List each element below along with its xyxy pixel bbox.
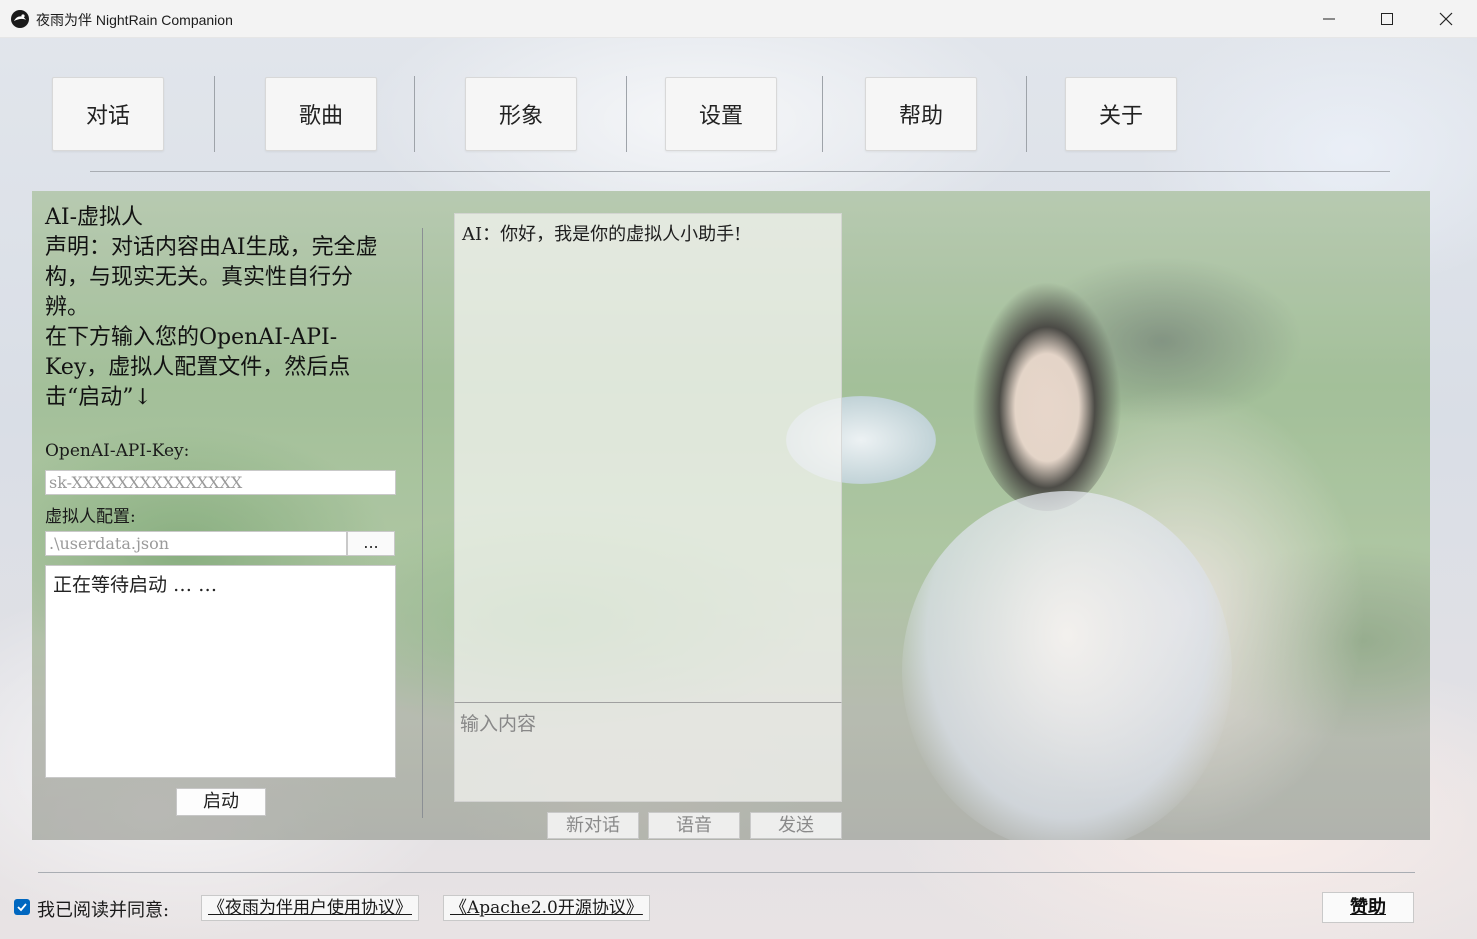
agree-label: 我已阅读并同意: [37, 900, 170, 921]
nav-settings-button[interactable]: 设置 [665, 77, 777, 151]
nav-separator [1026, 76, 1027, 152]
title-bar[interactable]: 夜雨为伴 NightRain Companion [0, 0, 1477, 38]
minimize-button[interactable] [1300, 0, 1358, 38]
nav-separator [414, 76, 415, 152]
footer-divider [38, 872, 1415, 873]
close-icon [1439, 12, 1453, 26]
ai-message: AI：你好，我是你的虚拟人小助手! [462, 224, 742, 245]
api-key-label: OpenAI-API-Key: [45, 441, 190, 461]
photo-figure-body [902, 491, 1232, 840]
nav-songs-button[interactable]: 歌曲 [265, 77, 377, 151]
user-agreement-link[interactable]: 《夜雨为伴用户使用协议》 [201, 895, 419, 921]
nav-separator [214, 76, 215, 152]
browse-config-button[interactable]: ... [347, 531, 395, 556]
panel-divider [422, 228, 423, 818]
api-key-input[interactable] [45, 470, 396, 495]
nav-divider [90, 171, 1390, 172]
config-path-input[interactable] [45, 531, 347, 556]
maximize-button[interactable] [1358, 0, 1416, 38]
disclaimer-text: 声明：对话内容由AI生成，完全虚构，与现实无关。真实性自行分辨。 [45, 235, 378, 320]
close-button[interactable] [1417, 0, 1475, 38]
nav-separator [626, 76, 627, 152]
chat-history[interactable]: AI：你好，我是你的虚拟人小助手! [454, 213, 842, 703]
config-label: 虚拟人配置: [45, 507, 136, 527]
window-title: 夜雨为伴 NightRain Companion [36, 12, 233, 28]
status-log: 正在等待启动 … … [45, 565, 396, 778]
agree-checkbox[interactable] [14, 899, 30, 915]
nav-about-button[interactable]: 关于 [1065, 77, 1177, 151]
nav-avatar-button[interactable]: 形象 [465, 77, 577, 151]
voice-button[interactable]: 语音 [648, 812, 740, 839]
instruction-text: 在下方输入您的OpenAI-API-Key，虚拟人配置文件，然后点击“启动”↓ [45, 325, 351, 410]
app-logo-icon [11, 10, 29, 28]
nav-chat-button[interactable]: 对话 [52, 77, 164, 151]
chat-page: AI-虚拟人 声明：对话内容由AI生成，完全虚构，与现实无关。真实性自行分辨。 … [32, 191, 1430, 840]
start-button[interactable]: 启动 [176, 788, 266, 816]
sponsor-button[interactable]: 赞助 [1322, 892, 1414, 923]
license-link[interactable]: 《Apache2.0开源协议》 [443, 895, 650, 921]
new-chat-button[interactable]: 新对话 [547, 812, 639, 839]
chat-input[interactable]: 输入内容 [454, 702, 842, 802]
panel-title: AI-虚拟人 [45, 205, 144, 230]
intro-text: AI-虚拟人 声明：对话内容由AI生成，完全虚构，与现实无关。真实性自行分辨。 … [45, 203, 395, 413]
nav-help-button[interactable]: 帮助 [865, 77, 977, 151]
nav-separator [822, 76, 823, 152]
photo-figure-head [972, 281, 1122, 511]
maximize-icon [1381, 13, 1393, 25]
minimize-icon [1323, 18, 1335, 20]
checkmark-icon [17, 903, 27, 912]
send-button[interactable]: 发送 [750, 812, 842, 839]
